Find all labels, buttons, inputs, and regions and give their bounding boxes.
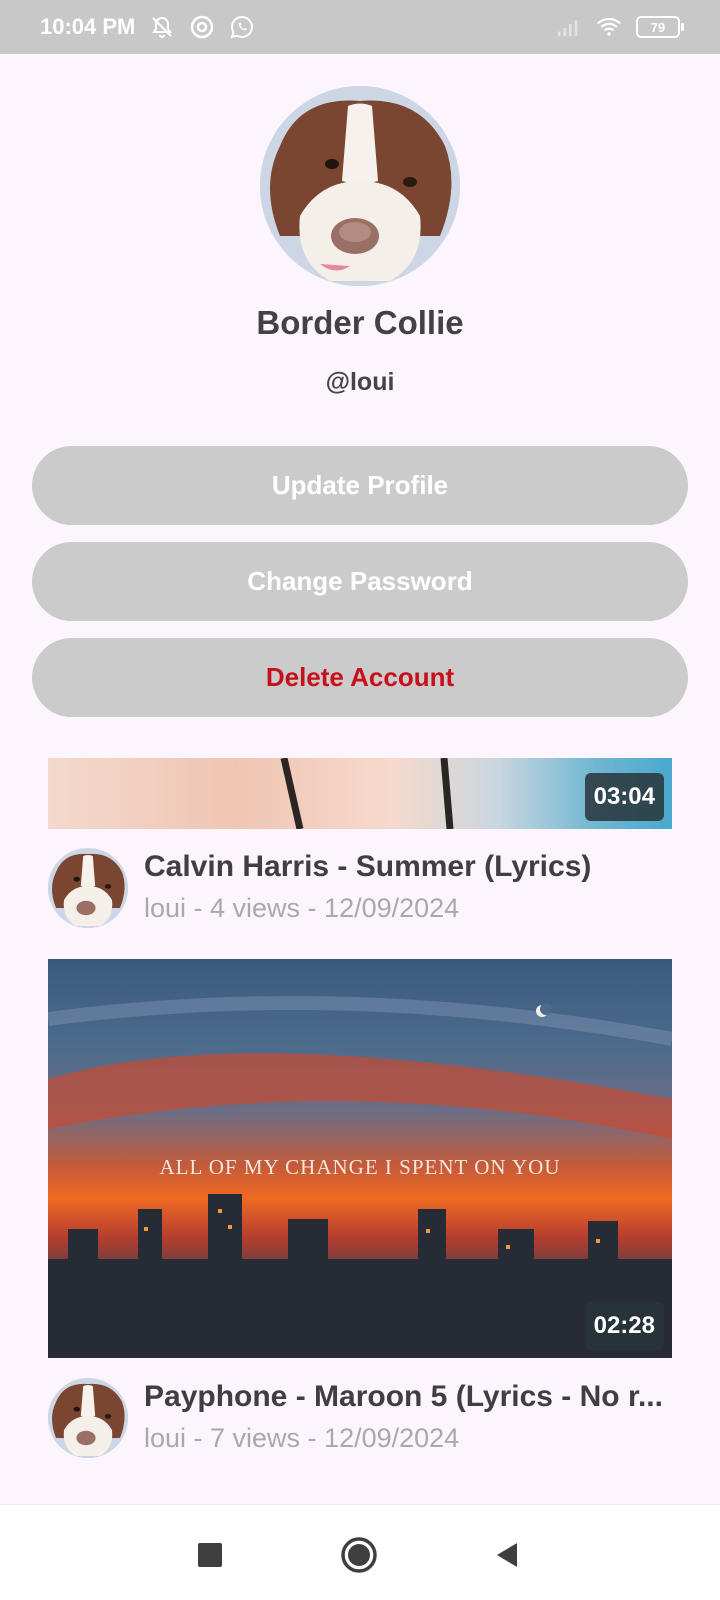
video-title[interactable]: Calvin Harris - Summer (Lyrics) bbox=[144, 850, 668, 884]
video-thumbnail[interactable]: ALL OF MY CHANGE I SPENT ON YOU 02:28 bbox=[48, 959, 672, 1358]
video-duration: 03:04 bbox=[584, 773, 664, 821]
change-password-button[interactable]: Change Password bbox=[32, 542, 688, 621]
profile-name: Border Collie bbox=[256, 304, 464, 341]
status-time: 10:04 PM bbox=[40, 14, 136, 39]
dog-portrait-icon bbox=[260, 86, 460, 286]
recent-apps-icon[interactable] bbox=[190, 1535, 230, 1575]
channel-avatar[interactable] bbox=[48, 848, 128, 928]
bell-off-icon bbox=[149, 14, 175, 40]
channel-avatar[interactable] bbox=[48, 1378, 128, 1458]
whatsapp-icon bbox=[229, 14, 255, 40]
status-bar: 10:04 PM 79 bbox=[0, 0, 720, 54]
battery-level: 79 bbox=[650, 19, 666, 35]
video-meta: loui - 7 views - 12/09/2024 bbox=[144, 1423, 460, 1453]
signal-icon bbox=[556, 14, 582, 40]
profile-handle: @loui bbox=[325, 368, 395, 396]
thumbnail-caption: ALL OF MY CHANGE I SPENT ON YOU bbox=[159, 1155, 561, 1179]
delete-account-button[interactable]: Delete Account bbox=[32, 638, 688, 717]
circle-a-icon bbox=[189, 14, 215, 40]
dog-portrait-icon bbox=[48, 1378, 128, 1458]
back-icon[interactable] bbox=[487, 1535, 527, 1575]
video-title[interactable]: Payphone - Maroon 5 (Lyrics - No r... bbox=[144, 1380, 668, 1414]
video-thumbnail[interactable]: 03:04 bbox=[48, 758, 672, 829]
update-profile-button[interactable]: Update Profile bbox=[32, 446, 688, 525]
status-left: 10:04 PM bbox=[40, 14, 255, 40]
wifi-icon bbox=[596, 14, 622, 40]
status-right: 79 bbox=[556, 14, 684, 40]
home-icon[interactable] bbox=[339, 1535, 379, 1575]
video-duration: 02:28 bbox=[584, 1302, 664, 1350]
profile-avatar[interactable] bbox=[260, 86, 460, 286]
video-meta: loui - 4 views - 12/09/2024 bbox=[144, 893, 460, 923]
dog-portrait-icon bbox=[48, 848, 128, 928]
battery-icon: 79 bbox=[636, 16, 684, 38]
system-nav-bar bbox=[0, 1504, 720, 1600]
swing-rope-icon bbox=[280, 758, 454, 829]
